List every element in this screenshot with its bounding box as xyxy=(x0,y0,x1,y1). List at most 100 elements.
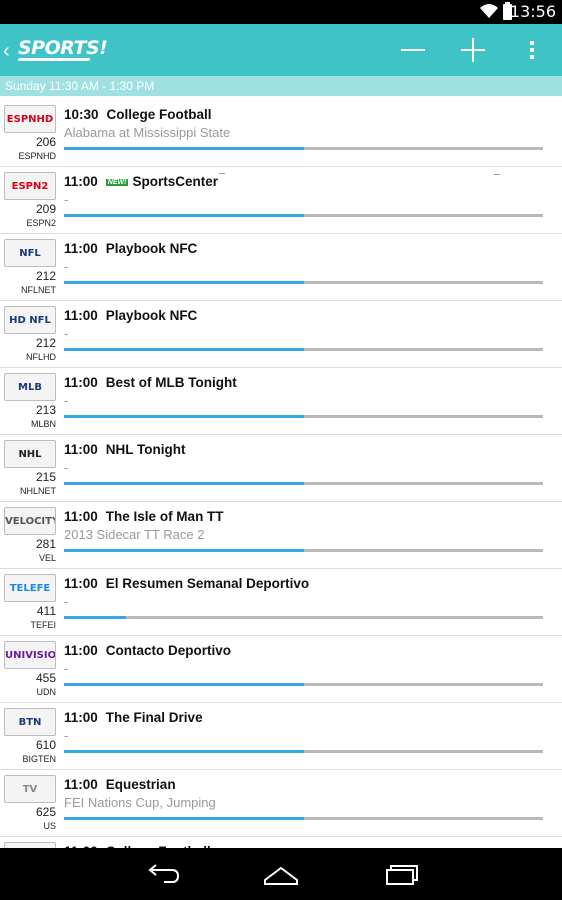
program-title-line: 11:00 Equestrian xyxy=(64,777,176,792)
program-progress-fill xyxy=(64,281,304,284)
program-subtitle: - xyxy=(64,460,69,475)
overflow-menu-button[interactable] xyxy=(510,24,554,76)
channel-number: 411 xyxy=(36,604,56,618)
program-progress-bar xyxy=(64,147,543,150)
program-progress-bar xyxy=(64,415,543,418)
program-subtitle: - xyxy=(64,259,69,274)
program-title: The Final Drive xyxy=(105,710,203,725)
listing-row[interactable]: VELOCITY 281 VEL 11:00 The Isle of Man TT 201… xyxy=(0,502,562,569)
channel-logo: HD NFL xyxy=(4,306,56,334)
back-icon[interactable] xyxy=(142,858,182,890)
channel-call-sign: TEFEI xyxy=(30,620,56,630)
program-title: College Football xyxy=(106,107,212,122)
program-title: Equestrian xyxy=(105,777,176,792)
listing-row[interactable]: HD NFL 212 NFLHD 11:00 Playbook NFC - xyxy=(0,301,562,368)
listing-row[interactable]: TELEFE 411 TEFEI 11:00 El Resumen Semanal De… xyxy=(0,569,562,636)
program-title-line: 11:00 Playbook NFC xyxy=(64,308,197,323)
channel-logo: NHL xyxy=(4,440,56,468)
channel-logo: MLB xyxy=(4,373,56,401)
program-title-line: 11:00 Contacto Deportivo xyxy=(64,643,231,658)
listings-list[interactable]: ESPNHD 206 ESPNHD 10:30 College Football Alab… xyxy=(0,100,562,848)
listing-row[interactable]: TV 625 US 11:00 Equestrian FEI Nations Cup, J… xyxy=(0,770,562,837)
app-logo-text: SPORTS! xyxy=(18,37,108,59)
program-title: Contacto Deportivo xyxy=(105,643,232,658)
program-title-line: 11:00 El Resumen Semanal Deportivo xyxy=(64,576,309,591)
channel-logo-text: TV xyxy=(22,784,38,795)
channel-logo: VELOCITY xyxy=(4,507,56,535)
program-progress-fill xyxy=(64,147,304,150)
program-progress-bar xyxy=(64,817,543,820)
divider-tick xyxy=(494,174,500,175)
start-time: 11:00 xyxy=(64,509,98,524)
channel-logo-text: HD NFL xyxy=(9,315,51,326)
program-title: The Isle of Man TT xyxy=(105,509,224,524)
channel-call-sign: US xyxy=(43,821,56,831)
channel-logo-text: ESPNHD xyxy=(6,114,54,125)
clock: 13:56 xyxy=(509,2,556,21)
start-time: 11:00 xyxy=(64,710,98,725)
app-logo[interactable]: SPORTS! xyxy=(17,37,108,63)
program-progress-bar xyxy=(64,750,543,753)
program-progress-bar xyxy=(64,281,543,284)
program-progress-bar xyxy=(64,482,543,485)
channel-logo-text: VELOCITY xyxy=(5,516,56,527)
time-window-header: Sunday 11:30 AM - 1:30 PM xyxy=(0,76,562,96)
channel-number: 281 xyxy=(35,537,56,551)
listing-row[interactable]: UNIVISION 455 UDN 11:00 Contacto Deportivo - xyxy=(0,636,562,703)
program-progress-fill xyxy=(64,750,304,753)
program-progress-fill xyxy=(64,415,304,418)
program-subtitle: - xyxy=(64,594,69,609)
program-subtitle: FEI Nations Cup, Jumping xyxy=(64,795,216,810)
listing-row[interactable]: ESPNHD 206 ESPNHD 10:30 College Football Alab… xyxy=(0,100,562,167)
program-subtitle: - xyxy=(64,728,69,743)
program-progress-bar xyxy=(64,214,543,217)
program-progress-fill xyxy=(64,482,304,485)
channel-logo: BTN xyxy=(4,708,56,736)
divider-tick xyxy=(219,173,225,174)
program-progress-fill xyxy=(64,817,304,820)
channel-call-sign: BIGTEN xyxy=(22,754,56,764)
listing-row[interactable]: NHL 215 NHLNET 11:00 NHL Tonight - xyxy=(0,435,562,502)
channel-logo-text: NFL xyxy=(19,248,41,259)
channel-number: 215 xyxy=(35,470,56,484)
channel-logo-text: ESPN2 xyxy=(11,181,49,192)
program-subtitle: Alabama at Mississippi State xyxy=(64,125,231,140)
channel-logo-text: NHL xyxy=(18,449,42,460)
channel-number: 213 xyxy=(35,403,56,417)
program-progress-fill xyxy=(64,348,304,351)
program-title: SportsCenter xyxy=(132,174,218,189)
new-badge: NEW! xyxy=(105,178,129,186)
start-time: 11:00 xyxy=(64,576,98,591)
program-subtitle: - xyxy=(64,393,69,408)
listing-row[interactable]: 11:00College Football xyxy=(0,837,562,848)
channel-call-sign: NFLHD xyxy=(25,352,56,362)
program-progress-bar xyxy=(64,348,543,351)
status-bar: 13:56 xyxy=(0,0,562,24)
listing-row[interactable]: ESPN2 209 ESPN2 11:00 NEW! SportsCenter - xyxy=(0,167,562,234)
start-time: 10:30 xyxy=(64,107,99,122)
start-time: 11:00 xyxy=(64,241,98,256)
start-time: 11:00 xyxy=(64,643,98,658)
zoom-in-button[interactable] xyxy=(445,24,501,76)
channel-number: 212 xyxy=(35,269,56,283)
up-chevron-icon[interactable]: ‹ xyxy=(3,40,10,63)
program-title: El Resumen Semanal Deportivo xyxy=(105,576,310,591)
channel-number: 455 xyxy=(35,671,56,685)
channel-logo-text: BTN xyxy=(18,717,42,728)
action-bar: ‹ SPORTS! xyxy=(0,24,562,76)
program-title: Playbook NFC xyxy=(105,308,198,323)
channel-number: 206 xyxy=(35,135,56,149)
start-time: 11:00 xyxy=(64,308,98,323)
program-title-line: 11:00 The Isle of Man TT xyxy=(64,509,224,524)
listing-row[interactable]: MLB 213 MLBN 11:00 Best of MLB Tonight - xyxy=(0,368,562,435)
channel-number: 209 xyxy=(35,202,56,216)
program-progress-bar xyxy=(64,549,543,552)
zoom-out-button[interactable] xyxy=(385,24,441,76)
program-title-line: 11:00 NEW! SportsCenter xyxy=(64,174,218,189)
listing-row[interactable]: NFL 212 NFLNET 11:00 Playbook NFC - xyxy=(0,234,562,301)
program-progress-bar xyxy=(64,683,543,686)
home-icon[interactable] xyxy=(261,858,301,890)
listing-row[interactable]: BTN 610 BIGTEN 11:00 The Final Drive - xyxy=(0,703,562,770)
recent-apps-icon[interactable] xyxy=(381,858,421,890)
start-time: 11:00 xyxy=(64,777,98,792)
